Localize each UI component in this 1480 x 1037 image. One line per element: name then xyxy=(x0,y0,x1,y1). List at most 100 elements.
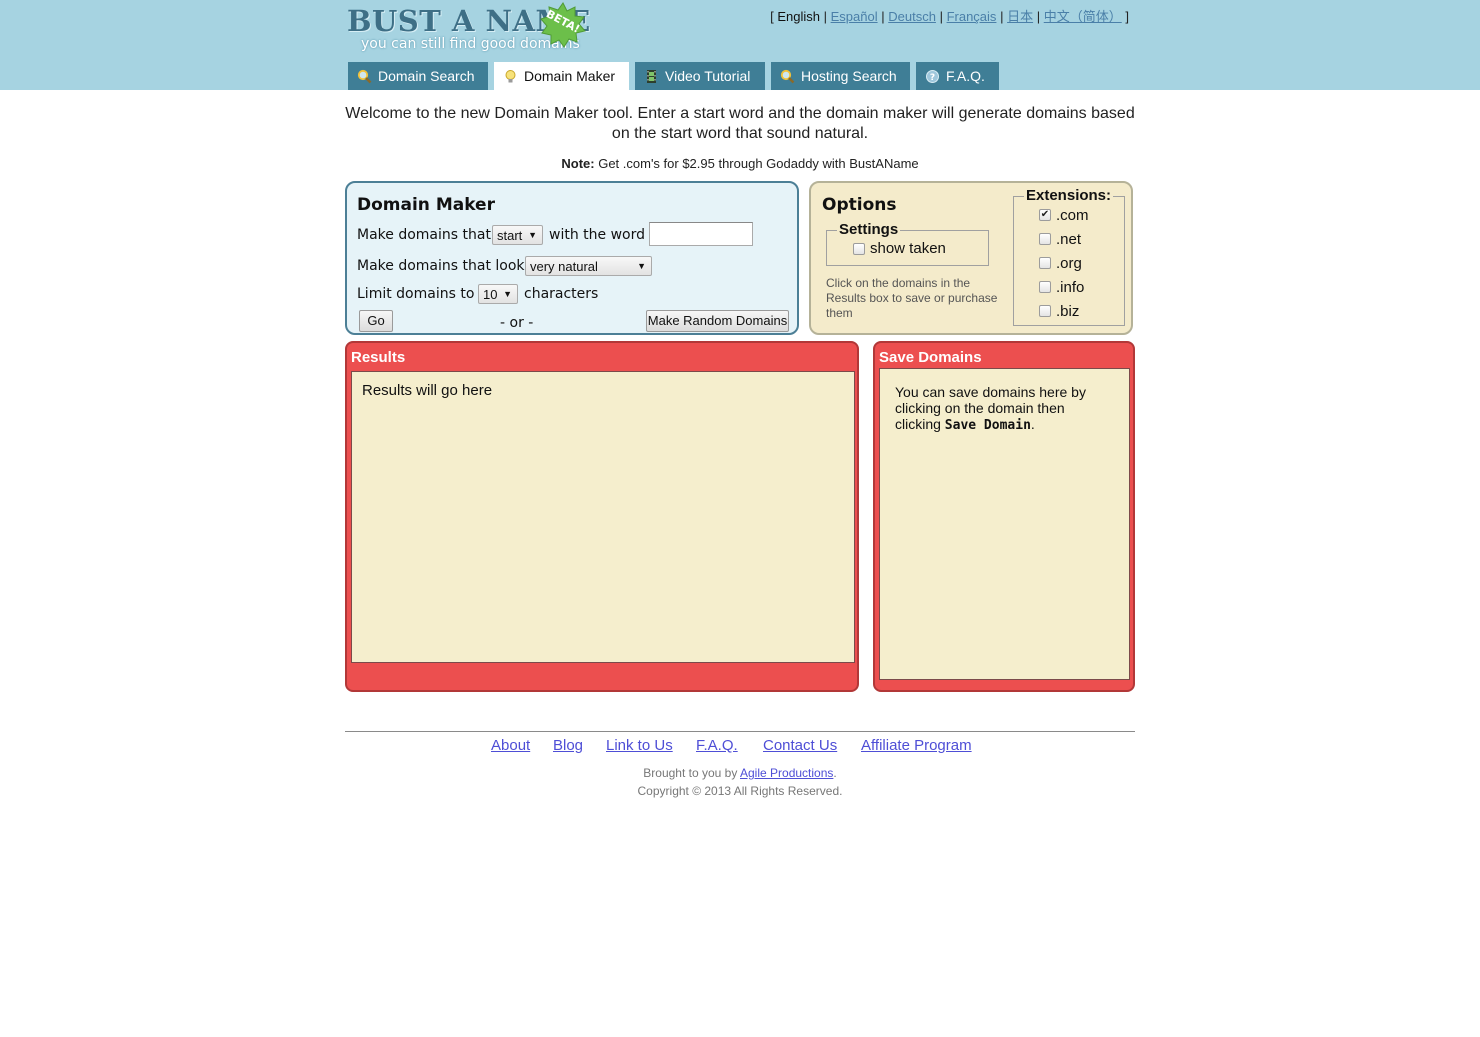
lang-open-bracket: [ xyxy=(770,9,774,24)
footer-link-faq[interactable]: F.A.Q. xyxy=(696,737,738,754)
row-label-with-word: with the word xyxy=(549,227,645,243)
lightbulb-icon xyxy=(505,70,516,83)
start-word-input[interactable] xyxy=(649,222,753,246)
extensions-fieldset: Extensions: ✔ .com .net .org .info .biz xyxy=(1013,187,1125,326)
lang-separator: | xyxy=(939,9,943,24)
position-select-value: start xyxy=(497,228,523,243)
look-select-value: very natural xyxy=(530,259,598,274)
options-title: Options xyxy=(822,195,897,215)
settings-legend: Settings xyxy=(837,221,901,238)
domain-maker-panel: Domain Maker Make domains that start ▼ w… xyxy=(345,181,799,335)
footer-link-affiliate-program[interactable]: Affiliate Program xyxy=(861,737,972,754)
ext-info-checkbox[interactable] xyxy=(1039,281,1051,293)
chevron-down-icon: ▼ xyxy=(503,289,512,299)
tab-label: Video Tutorial xyxy=(665,68,751,84)
question-icon: ? xyxy=(926,70,939,83)
tab-label: Domain Search xyxy=(378,68,475,84)
results-placeholder: Results will go here xyxy=(362,382,493,399)
footer-link-contact-us[interactable]: Contact Us xyxy=(763,737,837,754)
save-domains-box[interactable]: You can save domains here by clicking on… xyxy=(879,368,1130,680)
limit-select[interactable]: 10 ▼ xyxy=(478,284,518,304)
save-domains-instructions: You can save domains here by clicking on… xyxy=(895,384,1110,434)
extensions-legend: Extensions: xyxy=(1024,187,1114,204)
footer-credit: Brought to you by Agile Productions. xyxy=(345,766,1135,780)
footer-credit-prefix: Brought to you by xyxy=(643,766,738,780)
lang-current: English xyxy=(777,9,820,24)
options-panel: Options Settings show taken Click on the… xyxy=(809,181,1133,335)
save-text-after: . xyxy=(1030,416,1035,432)
language-switcher: [ English | Español | Deutsch | Français… xyxy=(770,6,1129,25)
make-random-domains-button[interactable]: Make Random Domains xyxy=(646,310,789,332)
show-taken-checkbox[interactable] xyxy=(853,243,865,255)
footer-credit-link[interactable]: Agile Productions xyxy=(740,766,833,780)
svg-text:?: ? xyxy=(930,73,935,83)
note-text: Get .com's for $2.95 through Godaddy wit… xyxy=(598,156,919,171)
domain-maker-title: Domain Maker xyxy=(357,195,495,215)
row-label: Make domains that look xyxy=(357,258,525,274)
lang-close-bracket: ] xyxy=(1125,9,1129,24)
intro-text: Welcome to the new Domain Maker tool. En… xyxy=(345,105,1135,142)
magnifier-icon xyxy=(357,69,372,84)
ext-label: .com xyxy=(1056,207,1089,224)
footer-divider xyxy=(345,731,1135,732)
maker-row-start-word: Make domains that xyxy=(357,227,491,243)
maker-row-look: Make domains that look xyxy=(357,258,525,274)
footer-copyright: Copyright © 2013 All Rights Reserved. xyxy=(637,784,843,798)
results-panel: Results Results will go here xyxy=(345,341,859,692)
logo[interactable]: BUST A NAME you can still find good doma… xyxy=(347,2,590,56)
row-label: characters xyxy=(524,286,599,302)
lang-separator: | xyxy=(1000,9,1004,24)
position-select[interactable]: start ▼ xyxy=(492,225,543,245)
chevron-down-icon: ▼ xyxy=(637,261,646,271)
footer-nav: About Blog Link to Us F.A.Q. Contact Us … xyxy=(345,737,1135,757)
go-button[interactable]: Go xyxy=(359,310,393,332)
tab-video-tutorial[interactable]: Video Tutorial xyxy=(635,62,765,90)
lang-separator: | xyxy=(1036,9,1041,24)
ext-label: .info xyxy=(1056,279,1085,296)
options-hint: Click on the domains in the Results box … xyxy=(826,276,998,320)
tab-domain-maker[interactable]: Domain Maker xyxy=(494,62,629,90)
row-label-characters: characters xyxy=(524,286,598,302)
footer-credit-suffix: . xyxy=(833,766,837,780)
save-domains-panel: Save Domains You can save domains here b… xyxy=(873,341,1135,692)
results-box[interactable]: Results will go here xyxy=(351,371,855,663)
ext-label: .org xyxy=(1056,255,1082,272)
lang-link-de[interactable]: Deutsch xyxy=(888,9,936,24)
header: BUST A NAME you can still find good doma… xyxy=(0,0,1480,90)
lang-link-ja[interactable]: 日本 xyxy=(1007,9,1033,24)
footer-link-link-to-us[interactable]: Link to Us xyxy=(606,737,673,754)
or-separator: - or - xyxy=(500,315,534,331)
tab-faq[interactable]: ? F.A.Q. xyxy=(916,62,999,90)
row-label: with the word xyxy=(549,227,645,243)
lang-separator: | xyxy=(881,9,885,24)
ext-label: .net xyxy=(1056,231,1082,248)
tab-domain-search[interactable]: Domain Search xyxy=(348,62,488,90)
save-text-bold: Save Domain xyxy=(944,418,1031,433)
limit-select-value: 10 xyxy=(483,287,498,302)
results-title: Results xyxy=(351,349,406,366)
lang-link-zh[interactable]: 中文（简体） xyxy=(1044,9,1122,24)
lang-link-es[interactable]: Español xyxy=(831,9,878,24)
footer-link-about[interactable]: About xyxy=(491,737,530,754)
lang-link-fr[interactable]: Français xyxy=(947,9,997,24)
show-taken-label: show taken xyxy=(870,240,946,257)
settings-fieldset: Settings show taken xyxy=(826,221,989,266)
ext-biz-checkbox[interactable] xyxy=(1039,305,1051,317)
chevron-down-icon: ▼ xyxy=(528,230,537,240)
maker-row-limit: Limit domains to xyxy=(357,286,474,302)
tab-hosting-search[interactable]: Hosting Search xyxy=(771,62,910,90)
magnifier-icon xyxy=(780,69,795,84)
ext-org-checkbox[interactable] xyxy=(1039,257,1051,269)
ext-label: .biz xyxy=(1056,303,1080,320)
note: Note: Get .com's for $2.95 through Godad… xyxy=(345,156,1135,171)
footer-link-blog[interactable]: Blog xyxy=(553,737,583,754)
film-icon xyxy=(647,70,656,83)
row-label: Make domains that xyxy=(357,227,491,243)
look-select[interactable]: very natural ▼ xyxy=(525,256,652,276)
ext-net-checkbox[interactable] xyxy=(1039,233,1051,245)
lang-separator: | xyxy=(823,9,827,24)
beta-badge: BETA! xyxy=(540,2,586,48)
ext-com-checkbox[interactable]: ✔ xyxy=(1039,209,1051,221)
row-label: Limit domains to xyxy=(357,286,475,302)
tab-label: Hosting Search xyxy=(801,68,897,84)
